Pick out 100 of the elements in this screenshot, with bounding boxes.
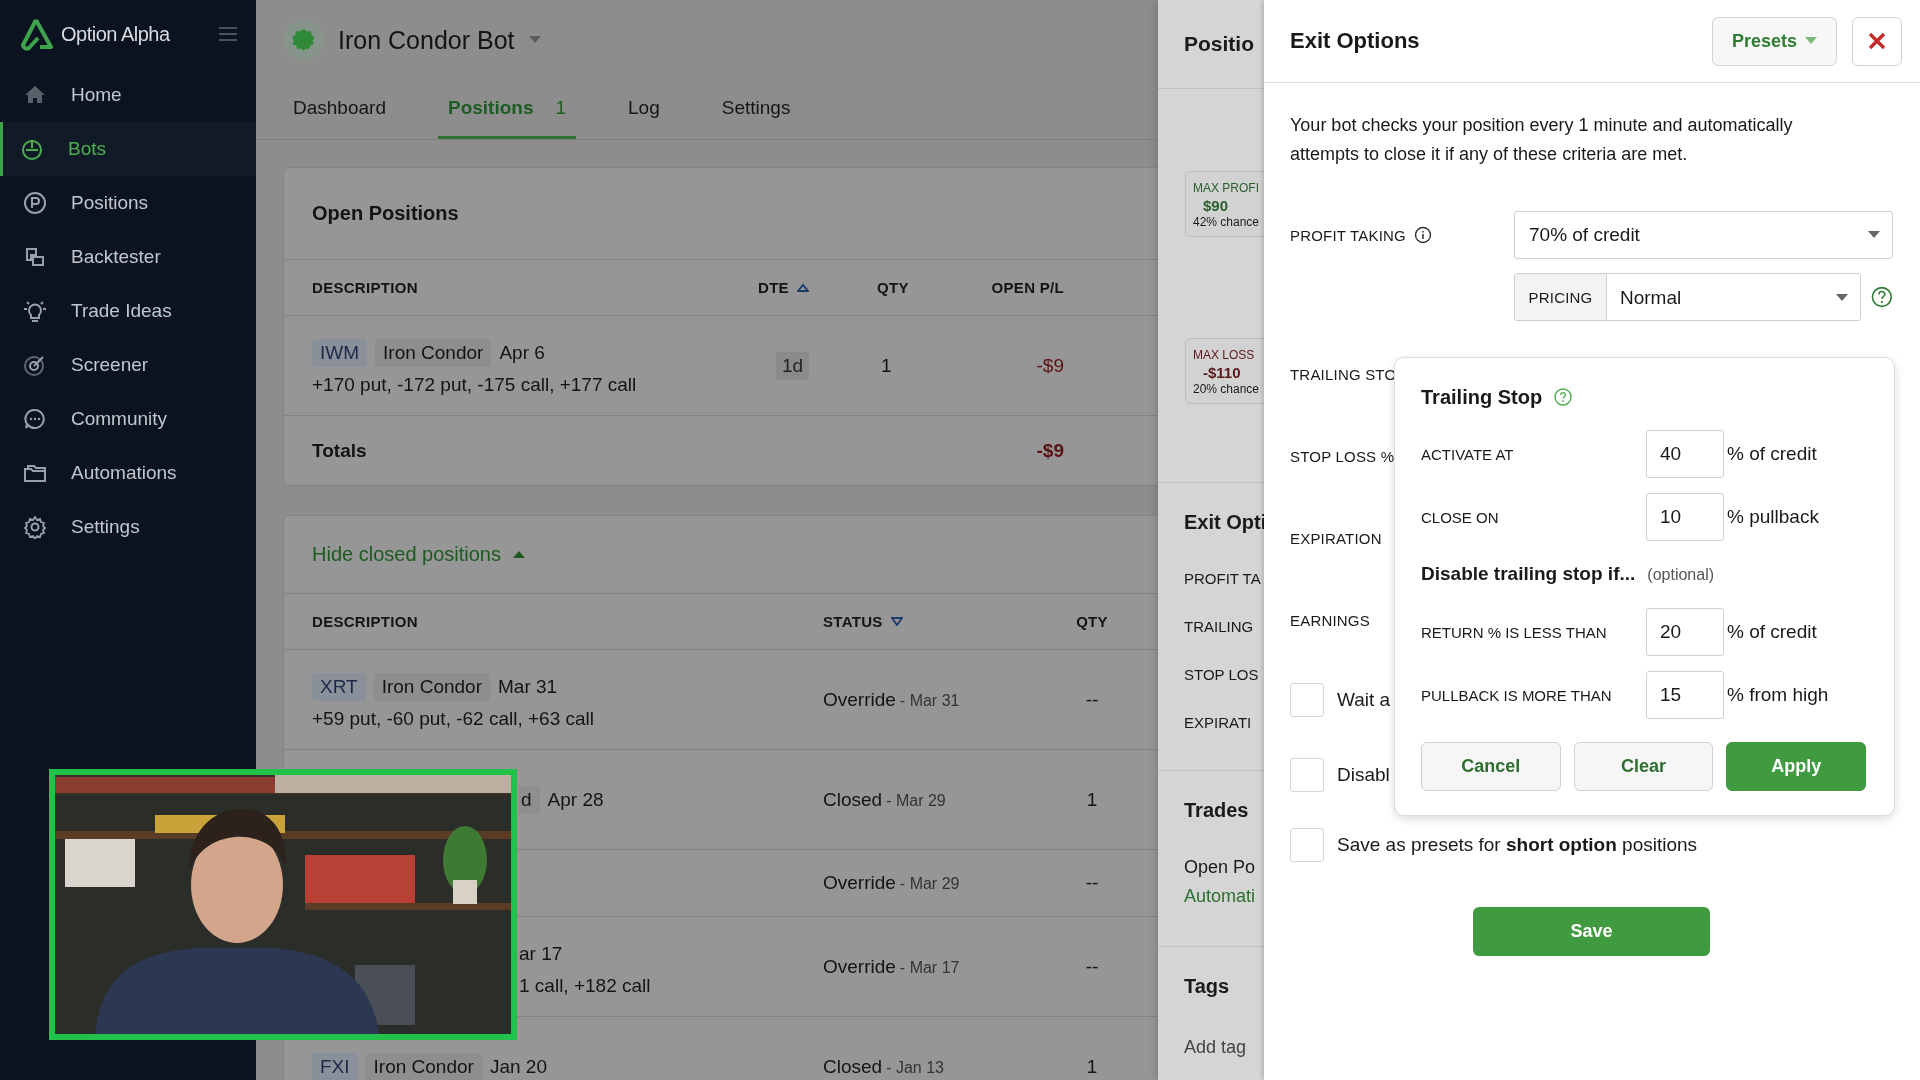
- dte-badge: 1d: [776, 351, 810, 380]
- field-label: CLOSE ON: [1421, 508, 1500, 526]
- nav-item[interactable]: Automations: [0, 446, 256, 500]
- save-button[interactable]: Save: [1473, 907, 1710, 956]
- nav-item[interactable]: Settings: [0, 500, 256, 554]
- field-label: RETURN % IS LESS THAN: [1421, 623, 1608, 641]
- quantity-text: --: [1085, 955, 1099, 978]
- nav-item[interactable]: Backtester: [0, 230, 256, 284]
- pricing-select[interactable]: Normal: [1607, 274, 1861, 322]
- option-label: EXPIRATI: [1184, 713, 1253, 733]
- bot-title: Iron Condor Bot: [338, 25, 515, 55]
- tab[interactable]: Log: [618, 80, 670, 139]
- shapes-icon: [23, 245, 47, 269]
- number-field[interactable]: 15: [1646, 671, 1724, 719]
- status-date: - Mar 29: [886, 791, 946, 809]
- section-heading: Disable trailing stop if...: [1421, 563, 1636, 585]
- expiry-date: Apr 28: [547, 788, 604, 811]
- menu-icon[interactable]: [219, 27, 237, 41]
- field-label: EXPIRATION: [1290, 529, 1382, 547]
- field-label: ACTIVATE AT: [1421, 445, 1515, 463]
- nav-item[interactable]: Community: [0, 392, 256, 446]
- number-field[interactable]: 10: [1646, 493, 1724, 541]
- action-button[interactable]: Cancel: [1421, 742, 1561, 791]
- strategy-tag: Iron Condor: [365, 1052, 482, 1080]
- symbol-tag: IWM: [312, 338, 368, 367]
- section-title: Trades: [1184, 799, 1250, 823]
- option-label: TRAILING: [1184, 617, 1255, 637]
- automation-link[interactable]: Automati: [1184, 886, 1264, 907]
- legs-text: +170 put, -172 put, -175 call, +177 call: [312, 373, 638, 396]
- caret-icon: [1836, 294, 1849, 302]
- help-icon: [1871, 286, 1893, 308]
- strategy-tag: Iron Condor: [375, 338, 492, 367]
- nav-item[interactable]: Bots: [0, 122, 256, 176]
- status-date: - Mar 31: [899, 691, 960, 709]
- column-header: DESCRIPTION: [312, 613, 418, 630]
- stat-value: -$110: [1203, 364, 1242, 381]
- nav-item[interactable]: Screener: [0, 338, 256, 392]
- quantity-text: --: [1085, 688, 1099, 711]
- settings-icon: [23, 515, 47, 539]
- nav-item[interactable]: Positions: [0, 176, 256, 230]
- target-icon: [23, 353, 47, 377]
- apply-button[interactable]: Apply: [1726, 742, 1866, 791]
- tab[interactable]: Settings: [711, 80, 801, 139]
- dropdown-caret-icon: [528, 36, 541, 44]
- field-label: EARNINGS: [1290, 611, 1370, 629]
- expiry-date: Mar 31: [498, 675, 558, 698]
- quantity-text: 1: [881, 354, 893, 377]
- close-icon: [1868, 32, 1886, 50]
- caret-icon: [1868, 231, 1880, 239]
- checkbox[interactable]: [1290, 683, 1324, 717]
- symbol-tag: FXI: [312, 1052, 358, 1080]
- action-button[interactable]: Clear: [1573, 742, 1714, 791]
- column-header: STATUS: [823, 613, 883, 630]
- nav-item[interactable]: Home: [0, 68, 256, 122]
- column-header: QTY: [877, 279, 909, 296]
- status-text: Override: [823, 955, 896, 977]
- description-text: Your bot checks your position every 1 minute and automatically attempts to close it if any of these criteria are met.: [1290, 114, 1794, 166]
- unit-text: % from high: [1727, 684, 1829, 706]
- number-field[interactable]: 40: [1646, 430, 1724, 478]
- popover-title: Trailing Stop: [1421, 385, 1543, 409]
- brand-name: Option Alpha: [61, 22, 170, 46]
- stat-chance: 20% chance: [1193, 381, 1261, 398]
- quantity-text: --: [1085, 872, 1099, 894]
- add-tag-link[interactable]: Add tag: [1184, 1037, 1264, 1058]
- legs-text: +59 put, -60 put, -62 call, +63 call: [312, 707, 595, 730]
- number-field[interactable]: 20: [1646, 608, 1724, 656]
- profit-select[interactable]: 70% of credit: [1514, 211, 1893, 259]
- close-button[interactable]: [1852, 16, 1902, 66]
- presets-button[interactable]: Presets: [1712, 16, 1837, 66]
- option-label: PROFIT TA: [1184, 569, 1262, 589]
- status-text: Override: [823, 688, 896, 710]
- quantity-text: 1: [1086, 1055, 1098, 1078]
- tab-count: 1: [555, 97, 567, 119]
- expiry-date: Jan 20: [489, 1055, 547, 1078]
- checkbox[interactable]: [1290, 828, 1324, 862]
- column-header: DESCRIPTION: [312, 279, 418, 296]
- field-label: PROFIT TAKING: [1290, 226, 1406, 244]
- unit-text: % pullback: [1727, 506, 1819, 528]
- checkbox-label: Wait a: [1337, 689, 1391, 711]
- column-header: QTY: [1076, 613, 1108, 630]
- stat-value: $90: [1203, 197, 1230, 214]
- card-title: Open Positions: [311, 201, 460, 226]
- expiry-date: ar 17: [519, 942, 563, 965]
- checkbox[interactable]: [1290, 758, 1324, 792]
- caret-icon: [1805, 37, 1818, 45]
- expiry-date: Apr 6: [499, 341, 545, 364]
- totals-label: Totals: [312, 439, 368, 462]
- pl-value: -$9: [1036, 354, 1064, 377]
- option-label: STOP LOS: [1184, 665, 1260, 685]
- panel-title: Exit Options: [1290, 28, 1420, 54]
- stat-label: MAX LOSS: [1193, 347, 1256, 364]
- checkbox-label: Disabl: [1337, 764, 1390, 786]
- info-icon: [1413, 226, 1432, 244]
- field-label: PULLBACK IS MORE THAN: [1421, 686, 1613, 704]
- tab[interactable]: Dashboard: [283, 80, 396, 139]
- section-title: Tags: [1184, 975, 1231, 999]
- unit-text: % of credit: [1727, 443, 1817, 465]
- caret-icon: [513, 550, 525, 559]
- column-header: OPEN P/L: [991, 279, 1064, 296]
- nav-item[interactable]: Trade Ideas: [0, 284, 256, 338]
